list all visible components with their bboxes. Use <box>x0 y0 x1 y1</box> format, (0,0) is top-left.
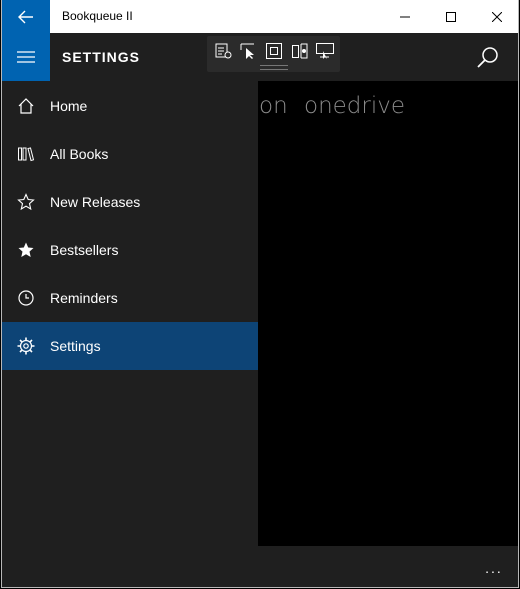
pivot-header-onedrive[interactable]: onedrive <box>304 93 405 119</box>
pivot-header-partial[interactable]: on <box>259 93 288 119</box>
debug-toolbar <box>207 36 340 72</box>
display-layout-adorners-icon[interactable] <box>264 41 284 61</box>
star-filled-icon <box>16 240 36 260</box>
select-element-icon[interactable] <box>239 41 259 61</box>
gear-icon <box>16 336 36 356</box>
track-focused-element-icon[interactable] <box>290 41 310 61</box>
minimize-icon <box>400 16 410 17</box>
search-icon <box>477 47 498 68</box>
nav-item-label: Home <box>50 98 88 114</box>
back-arrow-icon <box>18 10 33 23</box>
search-button[interactable] <box>464 33 512 81</box>
nav-item-all-books[interactable]: All Books <box>2 130 258 178</box>
minimize-button[interactable] <box>382 0 428 33</box>
maximize-button[interactable] <box>428 0 474 33</box>
close-button[interactable] <box>474 0 518 33</box>
star-outline-icon <box>16 192 36 212</box>
title-bar: Bookqueue II <box>2 0 518 33</box>
nav-item-settings[interactable]: Settings <box>2 322 258 370</box>
nav-item-label: Reminders <box>50 290 118 306</box>
navigation-pane: Home All Books New Releases Bestsellers … <box>2 81 258 546</box>
window-title: Bookqueue II <box>62 9 133 23</box>
nav-item-new-releases[interactable]: New Releases <box>2 178 258 226</box>
hamburger-icon <box>17 51 35 63</box>
hot-reload-icon[interactable] <box>315 41 335 61</box>
home-icon <box>16 96 36 116</box>
library-icon <box>16 144 36 164</box>
maximize-icon <box>446 11 456 22</box>
back-button[interactable] <box>2 0 50 33</box>
app-window: Bookqueue II SETTINGS on onedrive Home A… <box>1 0 519 588</box>
nav-item-label: Bestsellers <box>50 242 119 258</box>
nav-item-label: All Books <box>50 146 109 162</box>
nav-item-label: Settings <box>50 338 101 354</box>
nav-item-label: New Releases <box>50 194 141 210</box>
nav-item-reminders[interactable]: Reminders <box>2 274 258 322</box>
toolbar-drag-handle[interactable] <box>260 65 288 70</box>
hamburger-button[interactable] <box>2 33 50 81</box>
more-options-button[interactable]: ... <box>474 554 514 582</box>
nav-item-home[interactable]: Home <box>2 82 258 130</box>
close-icon <box>492 11 502 22</box>
page-title: SETTINGS <box>62 49 141 65</box>
nav-item-bestsellers[interactable]: Bestsellers <box>2 226 258 274</box>
clock-icon <box>16 288 36 308</box>
live-visual-tree-icon[interactable] <box>213 41 233 61</box>
bottom-app-bar: ... <box>2 546 518 587</box>
